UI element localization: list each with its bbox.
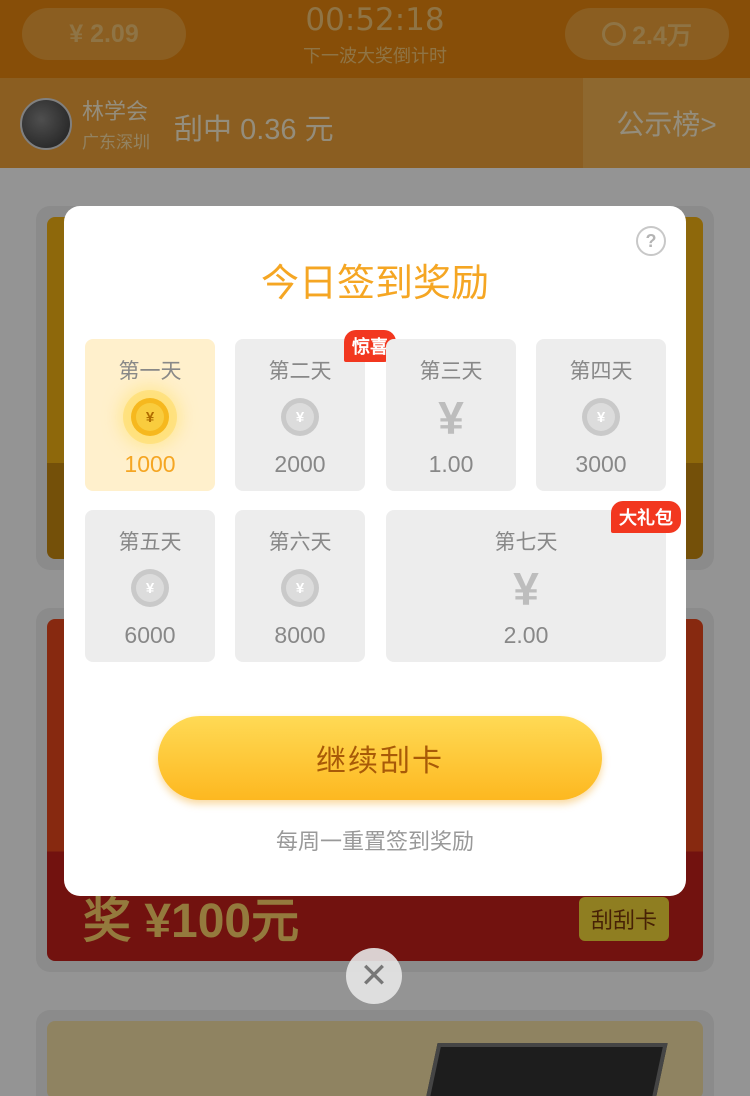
day-label: 第三天 <box>419 360 483 383</box>
gift-pack-badge: 大礼包 <box>611 501 681 533</box>
weekly-reset-note: 每周一重置签到奖励 <box>275 829 474 854</box>
day-reward-value: 6000 <box>124 622 176 648</box>
day-reward-value: 1000 <box>124 451 176 477</box>
close-icon[interactable]: ✕ <box>346 948 402 1004</box>
coin-icon: ¥ <box>579 395 623 439</box>
day-card-3[interactable]: 第三天 ¥ 1.00 <box>386 339 516 491</box>
modal-title: 今日签到奖励 <box>260 263 489 305</box>
day-card-4[interactable]: 第四天 ¥ 3000 <box>536 339 666 491</box>
gold-coin-icon: ¥ <box>128 395 172 439</box>
day-card-6[interactable]: 第六天 ¥ 8000 <box>235 510 365 662</box>
yen-icon: ¥ <box>438 392 464 444</box>
day-reward-value: 2.00 <box>503 622 549 648</box>
checkin-modal: ? 今日签到奖励 第一天 ¥ 1000 第二天 ¥ 2000 惊喜 第三天 ¥ … <box>64 206 686 896</box>
day-label: 第五天 <box>118 531 182 554</box>
coin-icon: ¥ <box>128 566 172 610</box>
coin-icon: ¥ <box>278 566 322 610</box>
day-card-1[interactable]: 第一天 ¥ 1000 <box>85 339 215 491</box>
day-reward-value: 8000 <box>274 622 326 648</box>
day-reward-value: 1.00 <box>428 451 474 477</box>
day-label: 第六天 <box>268 531 332 554</box>
yen-icon: ¥ <box>513 563 539 615</box>
day-reward-value: 3000 <box>575 451 627 477</box>
coin-icon: ¥ <box>278 395 322 439</box>
day-card-5[interactable]: 第五天 ¥ 6000 <box>85 510 215 662</box>
day-label: 第四天 <box>569 360 633 383</box>
continue-scratch-button[interactable]: 继续刮卡 <box>158 716 602 800</box>
day-label: 第一天 <box>118 360 182 383</box>
day-reward-value: 2000 <box>274 451 326 477</box>
